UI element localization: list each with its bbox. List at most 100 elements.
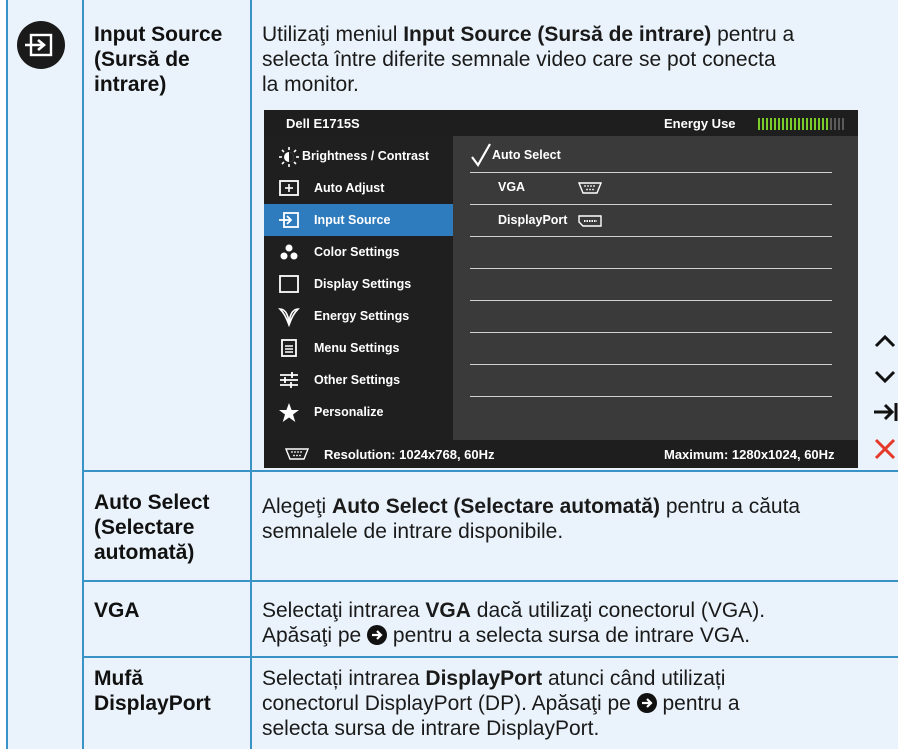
desc-text: pentru a (711, 23, 795, 46)
up-arrow-icon[interactable] (872, 328, 898, 354)
desc-displayport: Selectați intrarea DisplayPort atunci câ… (262, 666, 740, 741)
osd-energy-label: Energy Use (664, 116, 736, 131)
desc-bold: Auto Select (Selectare automată) (332, 495, 660, 518)
desc-bold: Input Source (Sursă de intrare) (403, 23, 712, 46)
osd-maximum: Maximum: 1280x1024, 60Hz (664, 447, 835, 462)
term-auto-select: Auto Select (Selectare automată) (94, 490, 210, 565)
desc-bold: VGA (425, 599, 471, 622)
energy-meter-bar (770, 118, 772, 130)
desc-text: la monitor. (262, 73, 359, 96)
osd-item-brightness[interactable]: Brightness / Contrast (264, 140, 453, 172)
term-line: Input Source (94, 23, 223, 46)
table-left-border (6, 0, 8, 749)
energy-meter (758, 118, 848, 130)
auto-adjust-icon (278, 179, 299, 197)
row-divider-2 (82, 580, 898, 582)
energy-meter-bar (826, 118, 828, 130)
energy-meter-bar (802, 118, 804, 130)
desc-text: Utilizaţi meniul (262, 23, 404, 46)
energy-meter-bar (818, 118, 820, 130)
osd-item-label: Auto Adjust (314, 181, 385, 195)
osd-item-label: Input Source (314, 213, 391, 227)
osd-item-personalize[interactable]: Personalize (264, 396, 453, 428)
energy-meter-bar (790, 118, 792, 130)
desc-text: pentru a (656, 692, 740, 715)
osd-item-label: Color Settings (314, 245, 400, 259)
checkmark-icon (470, 142, 492, 171)
term-line: Auto Select (94, 491, 210, 514)
enter-arrow-icon[interactable] (872, 399, 898, 425)
osd-sub-line (470, 300, 832, 301)
osd-model: Dell E1715S (286, 116, 360, 131)
osd-sub-line (470, 332, 832, 333)
osd-item-other-settings[interactable]: Other Settings (264, 364, 453, 396)
term-column-divider (250, 0, 252, 749)
osd-item-menu-settings[interactable]: Menu Settings (264, 332, 453, 364)
desc-text: conectorul DisplayPort (DP). Apăsaţi pe (262, 692, 637, 715)
desc-vga: Selectaţi intrarea VGA dacă utilizaţi co… (262, 598, 765, 648)
osd-item-color-settings[interactable]: Color Settings (264, 236, 453, 268)
color-settings-icon (278, 243, 298, 261)
desc-text: selecta între diferite semnale video car… (262, 48, 776, 71)
input-source-icon (278, 211, 299, 229)
row-divider-1 (82, 470, 898, 472)
term-line: (Selectare (94, 516, 195, 539)
osd-item-label: Other Settings (314, 373, 401, 387)
osd-item-label: Energy Settings (314, 309, 410, 323)
osd-item-auto-adjust[interactable]: Auto Adjust (264, 172, 453, 204)
term-input-source: Input Source (Sursă de intrare) (94, 22, 222, 97)
energy-meter-bar (782, 118, 784, 130)
desc-text: Selectați intrarea (262, 667, 426, 690)
desc-text: semnalele de intrare disponibile. (262, 520, 564, 543)
energy-meter-bar (806, 118, 808, 130)
energy-leaf-icon (278, 307, 300, 328)
term-line: intrare) (94, 73, 167, 96)
menu-settings-icon (278, 339, 298, 357)
energy-meter-bar (794, 118, 796, 130)
term-line: DisplayPort (94, 692, 211, 715)
close-icon[interactable] (872, 436, 898, 462)
osd-item-input-source[interactable]: Input Source (264, 204, 453, 236)
energy-meter-bar (762, 118, 764, 130)
term-vga: VGA (94, 598, 140, 623)
energy-meter-bar (830, 118, 832, 130)
osd-sub-vga[interactable]: VGA (498, 180, 525, 194)
energy-meter-bar (822, 118, 824, 130)
osd-sub-auto-select[interactable]: Auto Select (492, 148, 561, 162)
enter-circle-icon (367, 625, 388, 645)
desc-text: selecta sursa de intrare DisplayPort. (262, 717, 600, 740)
energy-meter-bar (774, 118, 776, 130)
energy-meter-bar (786, 118, 788, 130)
down-arrow-icon[interactable] (872, 364, 898, 390)
energy-meter-bar (814, 118, 816, 130)
osd-item-energy-settings[interactable]: Energy Settings (264, 300, 453, 332)
desc-text: Selectaţi intrarea (262, 599, 426, 622)
other-settings-icon (278, 371, 298, 389)
enter-circle-icon (636, 693, 657, 713)
desc-auto-select: Alegeţi Auto Select (Selectare automată)… (262, 494, 800, 544)
term-line: automată) (94, 541, 195, 564)
energy-meter-bar (766, 118, 768, 130)
osd-item-label: Menu Settings (314, 341, 400, 355)
osd-header: Dell E1715S Energy Use (264, 110, 858, 136)
osd-sub-line (470, 396, 832, 397)
osd-menu: Dell E1715S Energy Use Brightness / Cont… (264, 110, 858, 468)
energy-meter-bar (778, 118, 780, 130)
osd-resolution: Resolution: 1024x768, 60Hz (324, 447, 495, 462)
energy-meter-bar (798, 118, 800, 130)
desc-text: dacă utilizaţi conectorul (VGA). (470, 599, 766, 622)
desc-text: Alegeţi (262, 495, 333, 518)
term-line: VGA (94, 599, 140, 622)
energy-meter-bar (838, 118, 840, 130)
osd-sub-displayport[interactable]: DisplayPort (498, 213, 567, 227)
osd-sub-line (470, 204, 832, 205)
osd-footer: Resolution: 1024x768, 60Hz Maximum: 1280… (264, 440, 858, 468)
osd-sub-line (470, 364, 832, 365)
input-source-icon (17, 21, 65, 69)
displayport-connector-icon (577, 214, 603, 231)
vga-connector-icon (577, 181, 603, 198)
osd-item-display-settings[interactable]: Display Settings (264, 268, 453, 300)
star-icon (278, 403, 299, 422)
desc-text: atunci când utilizați (542, 667, 726, 690)
desc-bold: DisplayPort (425, 667, 543, 690)
